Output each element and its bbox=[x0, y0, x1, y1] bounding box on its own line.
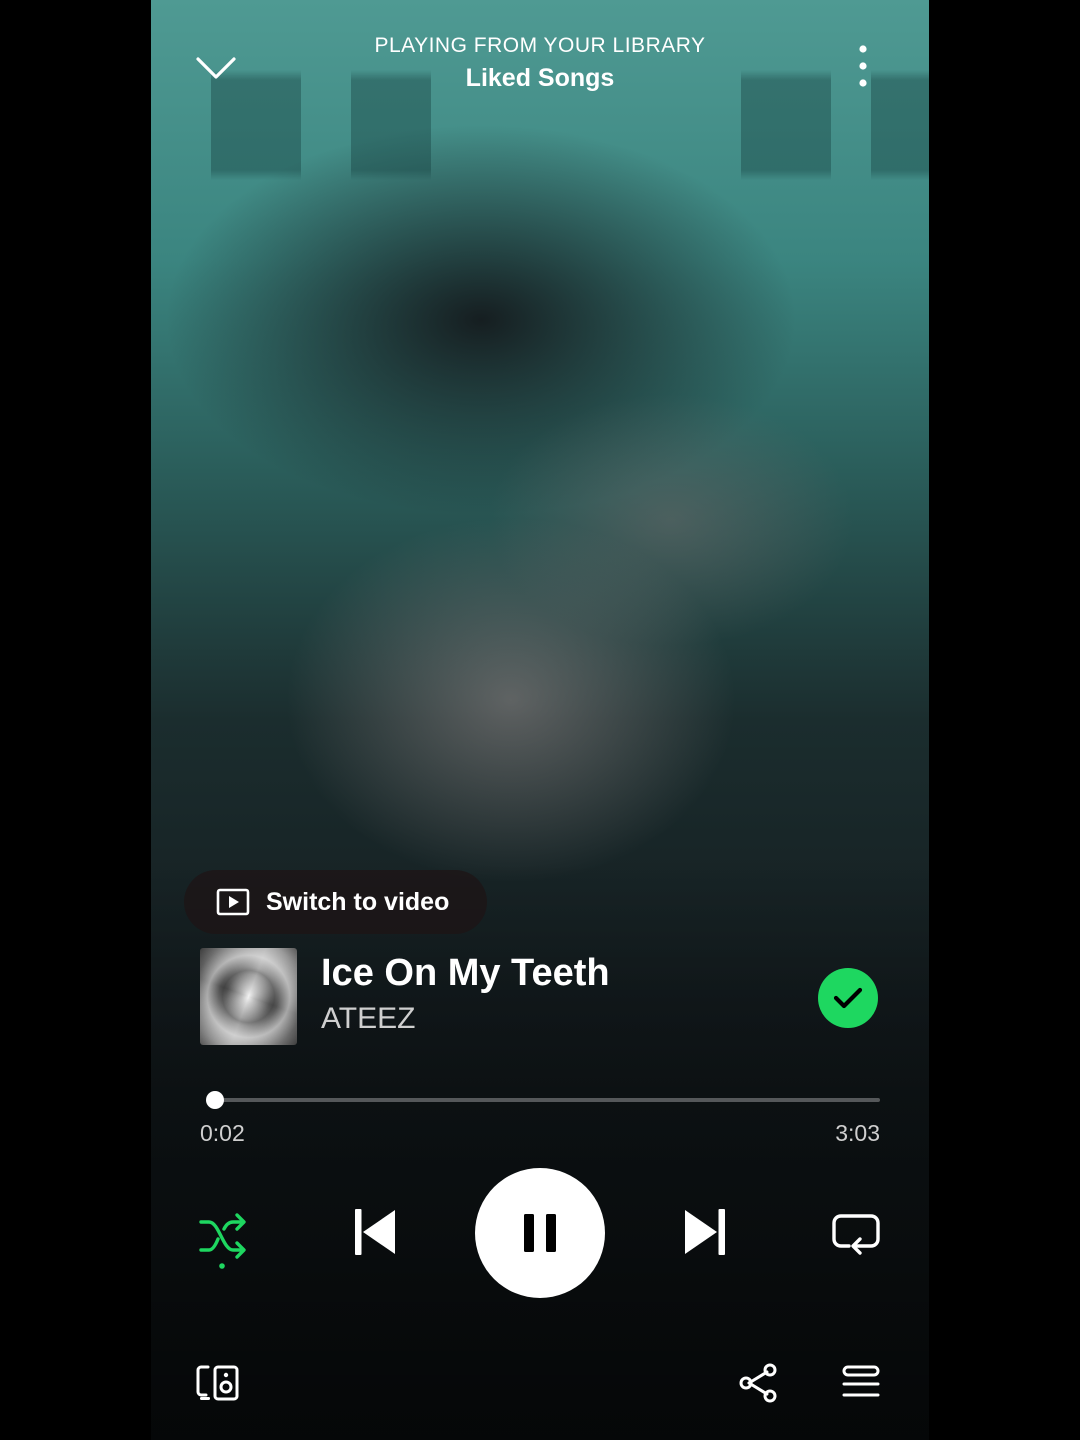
track-title[interactable]: Ice On My Teeth bbox=[321, 952, 610, 995]
skip-next-icon bbox=[685, 1209, 725, 1255]
progress-bar[interactable] bbox=[206, 1091, 880, 1109]
switch-to-video-button[interactable]: Switch to video bbox=[184, 870, 487, 934]
connect-devices-icon bbox=[196, 1365, 239, 1401]
now-playing-screen: PLAYING FROM YOUR LIBRARY Liked Songs Sw… bbox=[151, 0, 929, 1440]
queue-button[interactable] bbox=[839, 1360, 883, 1404]
share-button[interactable] bbox=[735, 1360, 781, 1406]
playing-from-label: PLAYING FROM YOUR LIBRARY bbox=[374, 34, 706, 57]
queue-icon bbox=[842, 1365, 880, 1397]
pause-button[interactable] bbox=[475, 1168, 605, 1298]
playlist-title[interactable]: Liked Songs bbox=[151, 64, 929, 93]
checkmark-icon bbox=[833, 987, 863, 1009]
pause-icon bbox=[524, 1214, 556, 1252]
shuffle-button[interactable] bbox=[195, 1206, 253, 1272]
liked-button[interactable] bbox=[818, 968, 878, 1028]
total-time: 3:03 bbox=[835, 1120, 880, 1146]
play-video-icon bbox=[216, 888, 250, 916]
track-artist[interactable]: ATEEZ bbox=[321, 1002, 415, 1036]
elapsed-time: 0:02 bbox=[200, 1120, 245, 1146]
repeat-icon bbox=[832, 1214, 880, 1255]
album-art[interactable] bbox=[200, 948, 297, 1045]
previous-button[interactable] bbox=[347, 1204, 403, 1260]
more-options-button[interactable] bbox=[841, 42, 885, 90]
repeat-button[interactable] bbox=[829, 1206, 883, 1260]
shuffle-icon bbox=[199, 1213, 246, 1269]
share-icon bbox=[739, 1363, 777, 1403]
connect-devices-button[interactable] bbox=[195, 1360, 241, 1406]
more-vertical-icon bbox=[859, 45, 867, 87]
switch-to-video-label: Switch to video bbox=[266, 887, 450, 916]
skip-previous-icon bbox=[355, 1209, 395, 1255]
next-button[interactable] bbox=[677, 1204, 733, 1260]
